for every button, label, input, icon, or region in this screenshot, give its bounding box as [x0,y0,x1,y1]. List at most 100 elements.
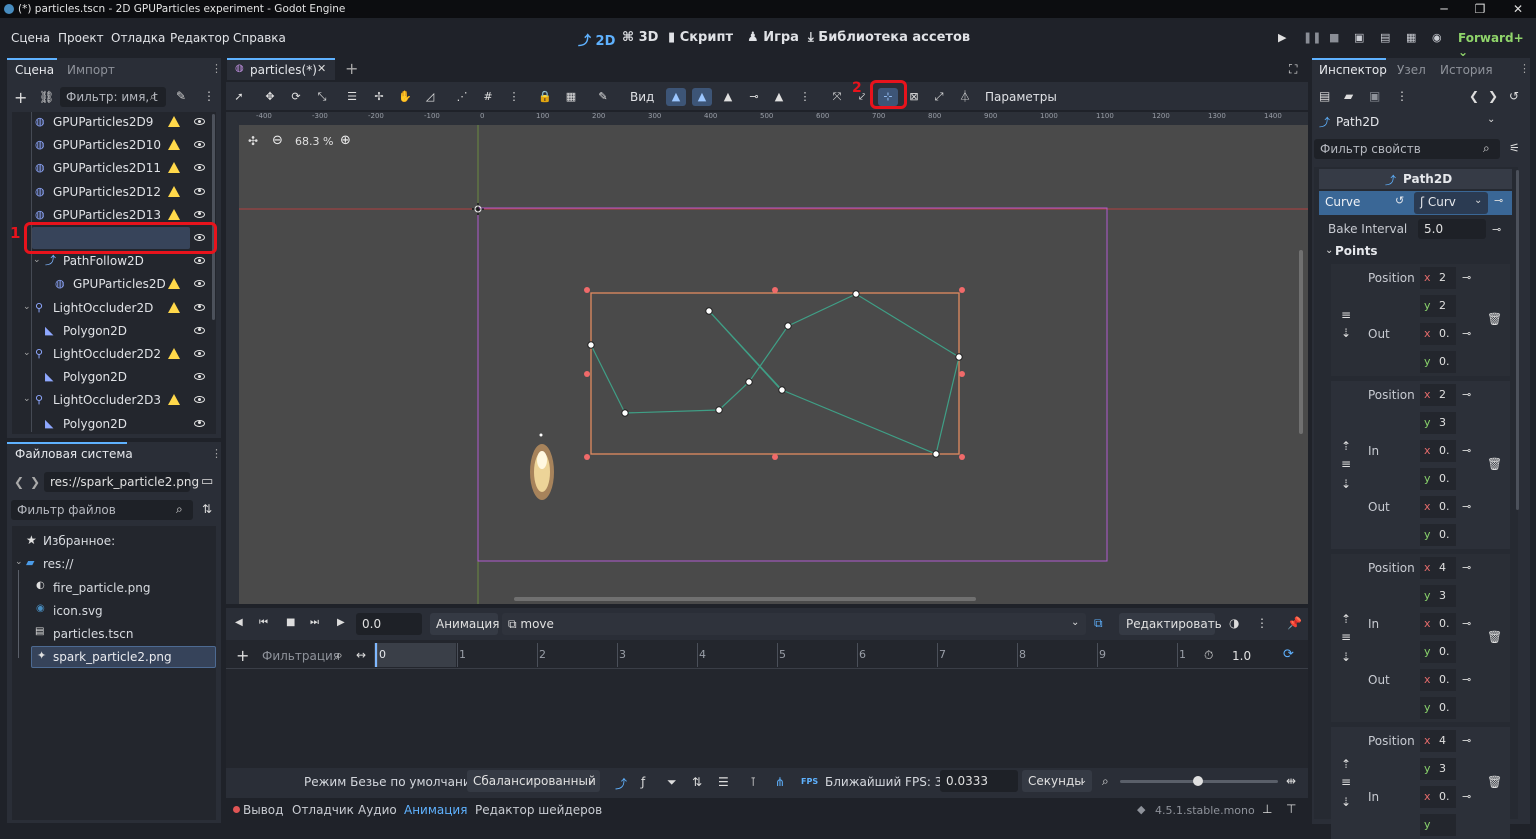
tree-node-0[interactable]: ◍ GPUParticles2D9 [28,111,218,133]
anim-time-input[interactable]: 0.0 [356,613,422,635]
move-down-icon[interactable]: ⇣ [1341,795,1351,809]
zoom-level[interactable]: 68.3 % [295,135,333,148]
keyframe-icon[interactable]: ⊸ [1462,790,1471,803]
drag-handle-icon[interactable]: ≡ [1341,775,1351,789]
object-history-icon[interactable]: ↺ [1509,89,1519,103]
ruler-tool-icon[interactable]: ◿ [420,88,440,106]
bezier-curve-icon[interactable]: ⤴ [615,775,627,792]
pause-icon[interactable]: ❚❚ [1303,31,1321,44]
menu-editor[interactable]: Редактор [170,31,229,45]
keyframe-icon[interactable]: ⊸ [1462,327,1471,340]
visibility-eye-icon[interactable] [194,373,205,381]
move-up-icon[interactable]: ⇡ [1341,612,1351,626]
tree-node-10[interactable]: ⌄ ⚲ LightOccluder2D2 [23,343,218,365]
visibility-eye-icon[interactable] [194,326,205,334]
play-icon[interactable]: ▶ [1278,31,1286,44]
keyframe-icon[interactable]: ⊸ [1462,734,1471,747]
bottom-tab-debugger[interactable]: Отладчик [292,803,354,817]
workspace-game-button[interactable]: ♟ Игра [747,30,799,45]
select-points-icon[interactable]: ⤧ [827,88,847,106]
bottom-pin-icon[interactable]: ⊥ [1262,802,1272,816]
clear-points-icon[interactable]: ⏃ [955,88,975,106]
property-options-icon[interactable]: ⚟ [1509,141,1520,155]
fit-icon[interactable]: ⇹ [1286,774,1296,788]
step-unit-select[interactable]: Секунды ⌄ [1022,770,1092,792]
anim-play-icon[interactable]: ▶ [337,617,345,628]
back-icon[interactable]: ❮ [14,475,24,489]
warning-icon[interactable] [168,162,180,174]
visibility-eye-icon[interactable] [194,257,205,265]
open-resource-icon[interactable]: ▰ [1344,89,1353,103]
warning-icon[interactable] [168,278,180,290]
anim-stop-icon[interactable]: ■ [286,617,295,628]
warning-icon[interactable] [168,394,180,406]
keyframe-icon[interactable]: ⊸ [1462,388,1471,401]
save-resource-icon[interactable]: ▣ [1369,89,1380,103]
property-filter-input[interactable]: Фильтр свойств [1314,139,1500,159]
tab-history[interactable]: История [1440,63,1493,77]
filter-icon[interactable]: ⏷ [667,775,677,790]
scale-tool-icon[interactable]: ⤡ [312,88,332,106]
minimize-button[interactable]: ─ [1426,0,1462,18]
play-backwards-icon[interactable]: ◀ [235,617,243,628]
workspace-assetlib-button[interactable]: ⤓ Библиотека ассетов [808,30,970,45]
expand-arrow-icon[interactable]: ⌄ [23,342,31,364]
rotate-tool-icon[interactable]: ⟳ [286,88,306,106]
add-scene-tab-icon[interactable]: + [345,59,358,78]
canvas-viewport[interactable]: ✣ ⊖ 68.3 % ⊕ -400 -300 -200 -100 0 100 200 300 4… [226,112,1308,604]
close-curve-icon[interactable]: ⤢ [929,88,949,106]
menu-scene[interactable]: Сцена [11,31,50,45]
visibility-eye-icon[interactable] [194,303,205,311]
zoom-in-icon[interactable]: ⊕ [340,133,351,148]
warning-icon[interactable] [168,139,180,151]
expand-arrow-icon[interactable]: ⌄ [23,388,31,410]
renderer-select[interactable]: Forward+ ⌄ [1458,31,1536,59]
delete-point-icon[interactable]: 🗑 [1487,312,1502,326]
sort-tracks-icon[interactable]: ⇅ [692,775,702,789]
lock-icon[interactable]: 🔒 [535,88,555,106]
file-item-fire-particle[interactable]: fire_particle.png [53,581,151,595]
movie-maker-icon[interactable]: ◉ [1432,31,1442,44]
autoplay-icon[interactable]: ⧉ [1094,616,1103,631]
scene-options-icon[interactable]: ⋮ [203,89,215,103]
res-root-label[interactable]: res:// [43,557,73,571]
delete-point-icon[interactable]: 🗑 [1487,775,1502,789]
sort-icon[interactable]: ⇅ [202,502,212,516]
new-resource-icon[interactable]: ▤ [1319,89,1330,103]
group-icon[interactable]: ▦ [561,88,581,106]
keyframe-icon[interactable]: ⊸ [1462,271,1471,284]
anim-options-icon[interactable]: ⋮ [1256,616,1268,630]
tree-node-13[interactable]: ◣ Polygon2D [28,413,218,435]
filesystem-menu-icon[interactable]: ⋮ [211,447,222,460]
smart-snap-icon[interactable]: ⋰ [452,88,472,106]
skeleton-icon[interactable]: ✎ [593,88,613,106]
drag-handle-icon[interactable]: ≡ [1341,630,1351,644]
add-track-icon[interactable]: + [236,646,249,665]
revert-icon[interactable]: ↺ [1395,194,1404,207]
visibility-eye-icon[interactable] [194,419,205,427]
tab-import[interactable]: Импорт [67,63,115,77]
track-filter-input[interactable]: Фильтрация [262,649,340,663]
play-start-icon[interactable]: ⏭ [310,617,319,628]
particles-options-icon[interactable]: ⋮ [795,88,815,106]
tree-node-1[interactable]: ◍ GPUParticles2D10 [28,134,218,156]
magnet-icon[interactable]: ⋔ [775,775,785,789]
curve-keyframe-icon[interactable]: ⊸ [1494,194,1503,207]
workspace-2d-button[interactable]: ⤴ 2D [578,30,615,49]
curve-dropdown-icon[interactable]: ⌄ [1474,195,1482,206]
visibility-eye-icon[interactable] [194,118,205,125]
bottom-tab-animation[interactable]: Анимация [404,803,467,817]
bottom-tab-audio[interactable]: Аудио [358,803,397,817]
animation-select[interactable]: ⧉ move [502,613,1086,635]
menu-project[interactable]: Проект [58,31,104,45]
history-forward-icon[interactable]: ❯ [1488,89,1498,103]
tree-node-9[interactable]: ◣ Polygon2D [28,320,218,342]
move-down-icon[interactable]: ⇣ [1341,477,1351,491]
fps-icon[interactable]: FPS [801,777,818,786]
tree-node-8[interactable]: ⌄ ⚲ LightOccluder2D [23,297,218,319]
workspace-script-button[interactable]: ▮ Скрипт [668,30,733,45]
visibility-eye-icon[interactable] [194,350,205,357]
filesystem-path-input[interactable]: res://spark_particle2.png [44,472,199,492]
zoom-out-icon[interactable]: ⊖ [272,133,283,148]
keyframe-icon[interactable]: ⊸ [1462,617,1471,630]
